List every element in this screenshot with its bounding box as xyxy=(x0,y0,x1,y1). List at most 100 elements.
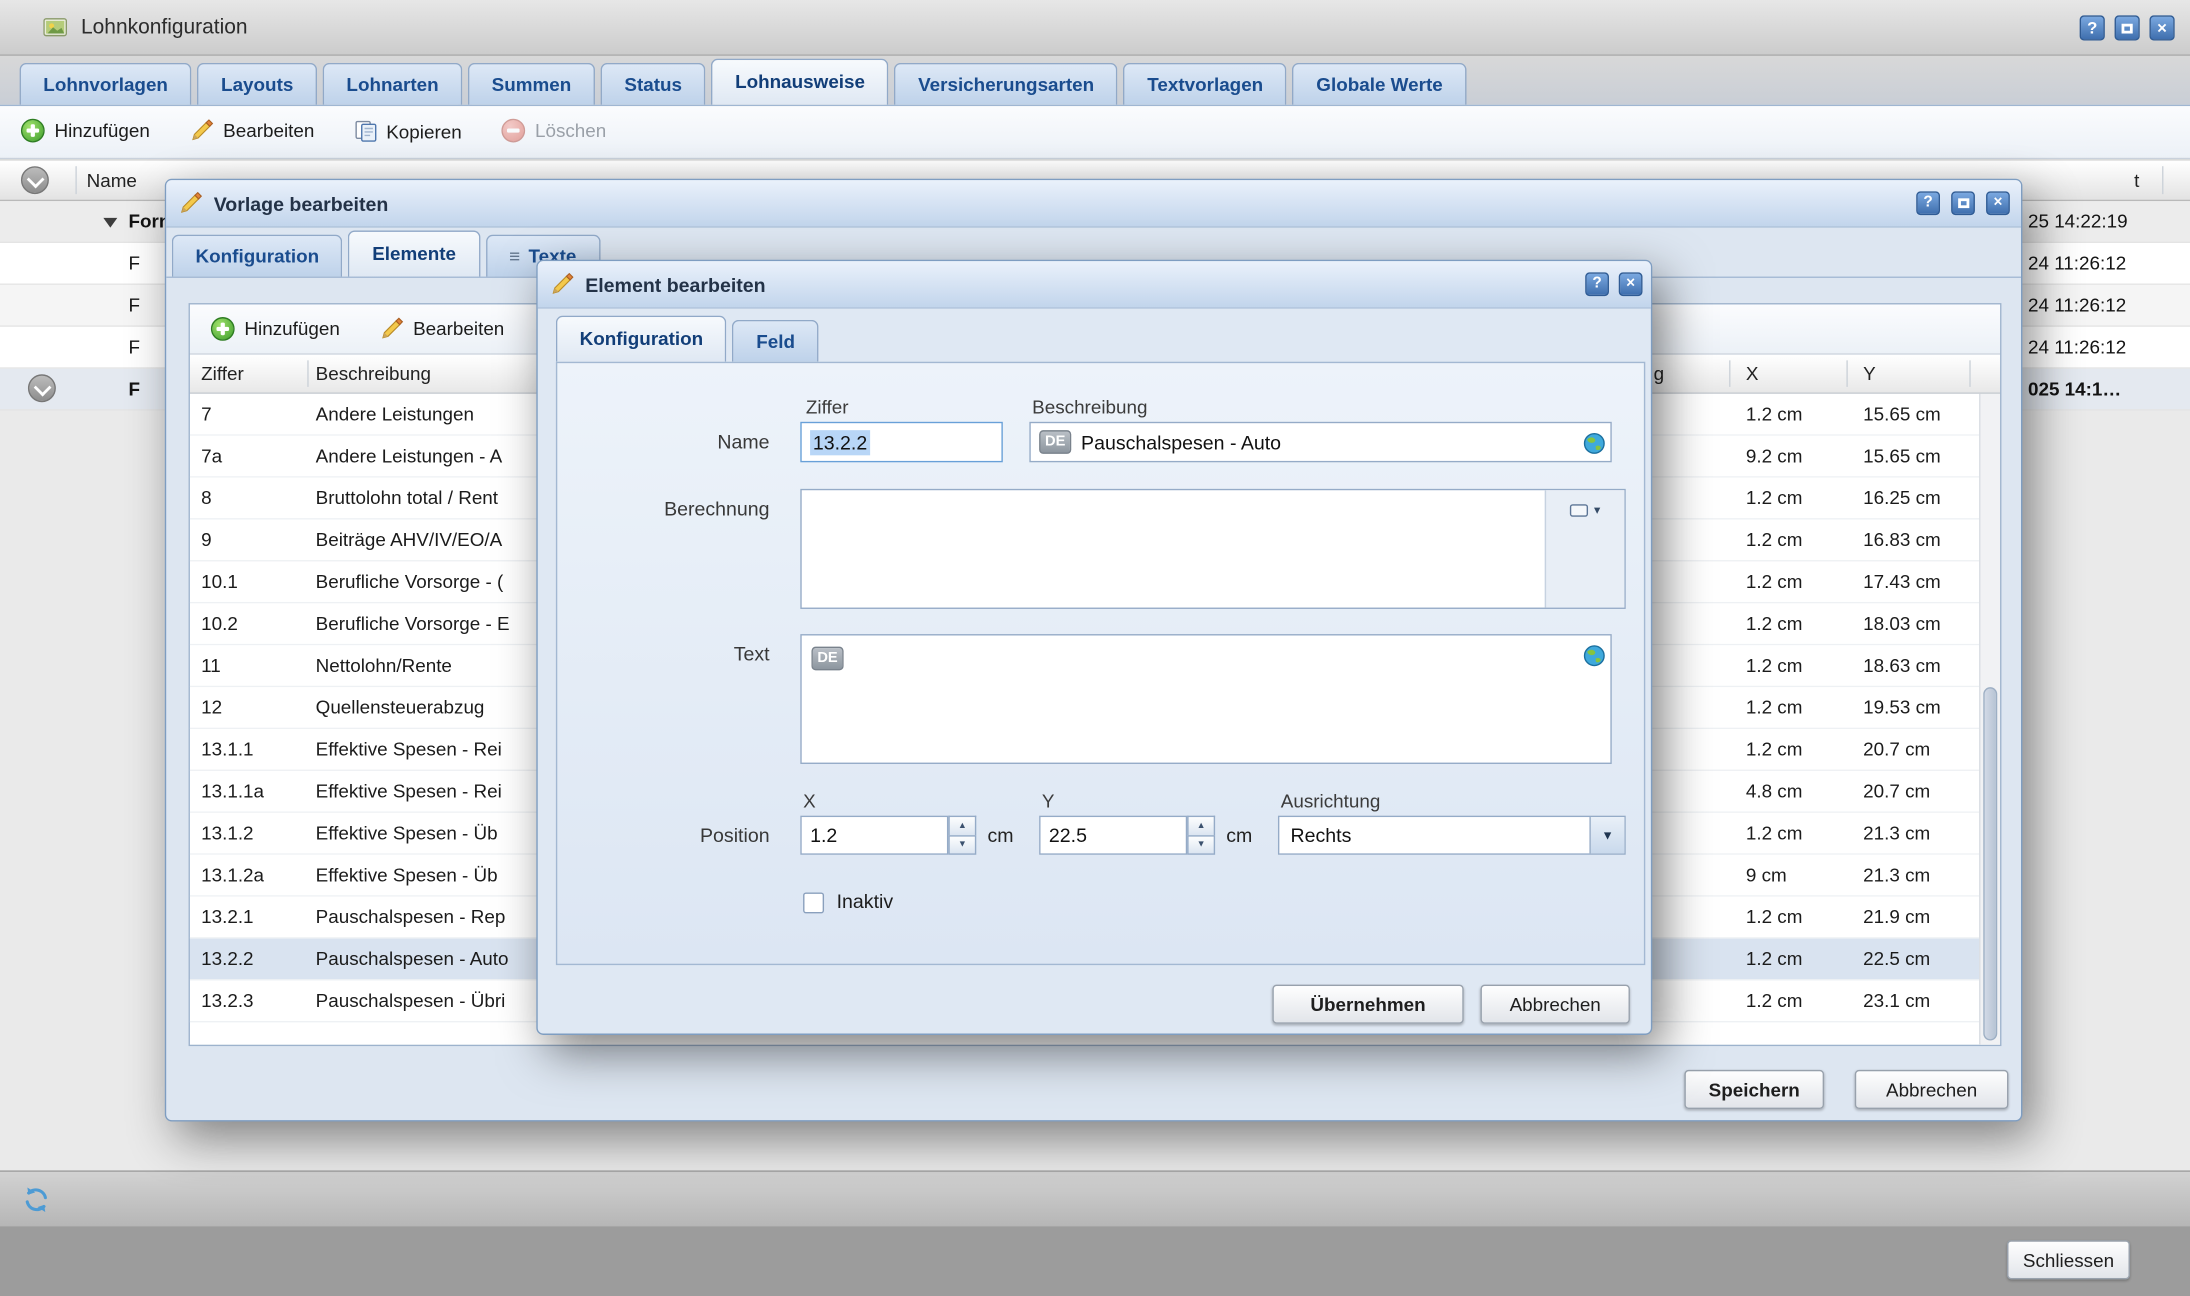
element-tabbar: Konfiguration Feld xyxy=(538,314,1651,361)
main-tab-textvorlagen[interactable]: Textvorlagen xyxy=(1123,63,1286,105)
maximize-button[interactable] xyxy=(2115,15,2140,40)
element-close-button[interactable]: × xyxy=(1619,272,1643,296)
vorlage-close-button[interactable]: × xyxy=(1986,191,2010,215)
cell-x: 9 cm xyxy=(1746,855,1787,896)
main-tab-lohnvorlagen[interactable]: Lohnvorlagen xyxy=(20,63,192,105)
berechnung-dropdown-button[interactable]: ▾ xyxy=(1559,496,1612,524)
element-help-button[interactable]: ? xyxy=(1585,272,1609,296)
pencil-icon xyxy=(190,119,214,143)
add-button[interactable]: Hinzufügen xyxy=(8,112,162,150)
berechnung-label: Berechnung xyxy=(557,489,769,530)
spinner-up-button[interactable]: ▲ xyxy=(948,816,976,835)
ausrichtung-value: Rechts xyxy=(1279,824,1589,846)
dialog-element-bearbeiten: Element bearbeiten ? × Konfiguration Feld… xyxy=(536,260,1652,1035)
cell-x: 4.8 cm xyxy=(1746,771,1803,812)
help-button[interactable]: ? xyxy=(2080,15,2105,40)
ausrichtung-select[interactable]: Rechts ▼ xyxy=(1278,816,1626,855)
speichern-button[interactable]: Speichern xyxy=(1684,1070,1824,1109)
cell-y: 21.3 cm xyxy=(1863,855,1930,896)
x-input[interactable]: 1.2 xyxy=(800,816,948,855)
vorlage-add-button[interactable]: Hinzufügen xyxy=(198,310,352,348)
cell-ziffer: 11 xyxy=(201,645,304,686)
vorlage-edit-button[interactable]: Bearbeiten xyxy=(367,310,517,348)
vorlage-abbrechen-button[interactable]: Abbrechen xyxy=(1855,1070,2009,1109)
vorlage-tab-elemente[interactable]: Elemente xyxy=(348,230,479,276)
element-titlebar[interactable]: Element bearbeiten ? × xyxy=(538,261,1651,308)
vorlage-titlebar[interactable]: Vorlage bearbeiten ? × xyxy=(166,180,2021,227)
cell-beschreibung: Berufliche Vorsorge - ( xyxy=(316,561,537,602)
cell-ziffer: 13.2.3 xyxy=(201,980,304,1021)
main-tab-lohnarten[interactable]: Lohnarten xyxy=(323,63,463,105)
uebernehmen-button[interactable]: Übernehmen xyxy=(1272,985,1463,1024)
main-toolbar: Hinzufügen Bearbeiten Kopieren xyxy=(0,106,2190,159)
spinner-down-button[interactable]: ▼ xyxy=(1187,835,1215,855)
refresh-icon[interactable] xyxy=(22,1186,50,1214)
vorlage-tab-konfiguration[interactable]: Konfiguration xyxy=(172,235,343,277)
berechnung-textarea[interactable]: ▾ xyxy=(800,489,1625,609)
cell-y: 23.1 cm xyxy=(1863,980,1930,1021)
vorlage-help-button[interactable]: ? xyxy=(1916,191,1940,215)
column-header-y[interactable]: Y xyxy=(1863,355,1876,393)
cell-ziffer: 12 xyxy=(201,687,304,728)
schliessen-button[interactable]: Schliessen xyxy=(2007,1240,2130,1279)
y-input[interactable]: 22.5 xyxy=(1039,816,1187,855)
globe-icon[interactable] xyxy=(1582,432,1606,456)
beschreibung-input[interactable]: DE Pauschalspesen - Auto xyxy=(1029,422,1611,463)
column-header-ziffer[interactable]: Ziffer xyxy=(201,355,244,393)
column-header-x[interactable]: X xyxy=(1746,355,1759,393)
cell-y: 16.83 cm xyxy=(1863,520,1941,561)
close-button[interactable]: × xyxy=(2149,15,2174,40)
vorlage-edit-label: Bearbeiten xyxy=(413,318,504,339)
maximize-icon xyxy=(2122,24,2133,34)
copy-button[interactable]: Kopieren xyxy=(342,112,475,150)
globe-icon[interactable] xyxy=(1582,644,1606,668)
scrollbar-thumb[interactable] xyxy=(1983,687,1997,1040)
cell-x: 1.2 cm xyxy=(1746,813,1803,854)
pencil-icon xyxy=(380,317,404,341)
main-statusbar xyxy=(0,1170,2190,1226)
tab-label: Konfiguration xyxy=(580,328,704,349)
pencil-icon xyxy=(550,272,574,296)
column-header-beschreibung[interactable]: Beschreibung xyxy=(316,355,431,393)
main-tab-summen[interactable]: Summen xyxy=(468,63,595,105)
text-textarea[interactable]: DE xyxy=(800,634,1611,764)
inaktiv-checkbox[interactable] xyxy=(803,892,824,913)
berechnung-trigger-strip: ▾ xyxy=(1545,490,1625,607)
spinner-down-button[interactable]: ▼ xyxy=(948,835,976,855)
column-header-clipped[interactable]: t xyxy=(2134,161,2139,202)
row-timestamp: 25 14:22:19 xyxy=(2028,201,2128,242)
element-tab-konfiguration[interactable]: Konfiguration xyxy=(556,316,727,362)
language-badge-de: DE xyxy=(811,647,843,671)
main-titlebar[interactable]: Lohnkonfiguration ? × xyxy=(0,0,2190,56)
column-separator xyxy=(1846,360,1847,387)
main-tab-layouts[interactable]: Layouts xyxy=(197,63,317,105)
maximize-icon xyxy=(1957,198,1968,208)
main-tab-versicherungsarten[interactable]: Versicherungsarten xyxy=(894,63,1118,105)
cell-y: 16.25 cm xyxy=(1863,478,1941,519)
cell-ziffer: 13.1.2 xyxy=(201,813,304,854)
main-tab-status[interactable]: Status xyxy=(601,63,706,105)
main-tab-globale-werte[interactable]: Globale Werte xyxy=(1293,63,1467,105)
ziffer-label: Ziffer xyxy=(806,397,849,418)
vorlage-maximize-button[interactable] xyxy=(1951,191,1975,215)
element-abbrechen-button[interactable]: Abbrechen xyxy=(1480,985,1629,1024)
vertical-scrollbar[interactable] xyxy=(1979,394,2000,1045)
cell-ziffer: 7a xyxy=(201,436,304,477)
edit-button[interactable]: Bearbeiten xyxy=(177,112,327,150)
spinner-up-button[interactable]: ▲ xyxy=(1187,816,1215,835)
cell-y: 19.53 cm xyxy=(1863,687,1941,728)
column-header-name[interactable]: Name xyxy=(87,161,137,202)
element-tab-feld[interactable]: Feld xyxy=(733,320,819,362)
column-separator xyxy=(1729,360,1730,387)
column-header-clipped[interactable]: g xyxy=(1654,355,1664,393)
cell-y: 20.7 cm xyxy=(1863,771,1930,812)
beschreibung-input-value: Pauschalspesen - Auto xyxy=(1081,431,1281,453)
delete-button[interactable]: Löschen xyxy=(489,112,619,150)
cell-ziffer: 13.2.2 xyxy=(201,939,304,980)
group-expander-icon[interactable] xyxy=(103,218,117,228)
combo-caret-icon[interactable]: ▼ xyxy=(1589,817,1624,853)
main-tab-lohnausweise[interactable]: Lohnausweise xyxy=(711,59,888,105)
ziffer-input[interactable]: 13.2.2 xyxy=(800,422,1003,463)
select-column-icon[interactable] xyxy=(21,166,49,194)
cell-ziffer: 13.1.2a xyxy=(201,855,304,896)
